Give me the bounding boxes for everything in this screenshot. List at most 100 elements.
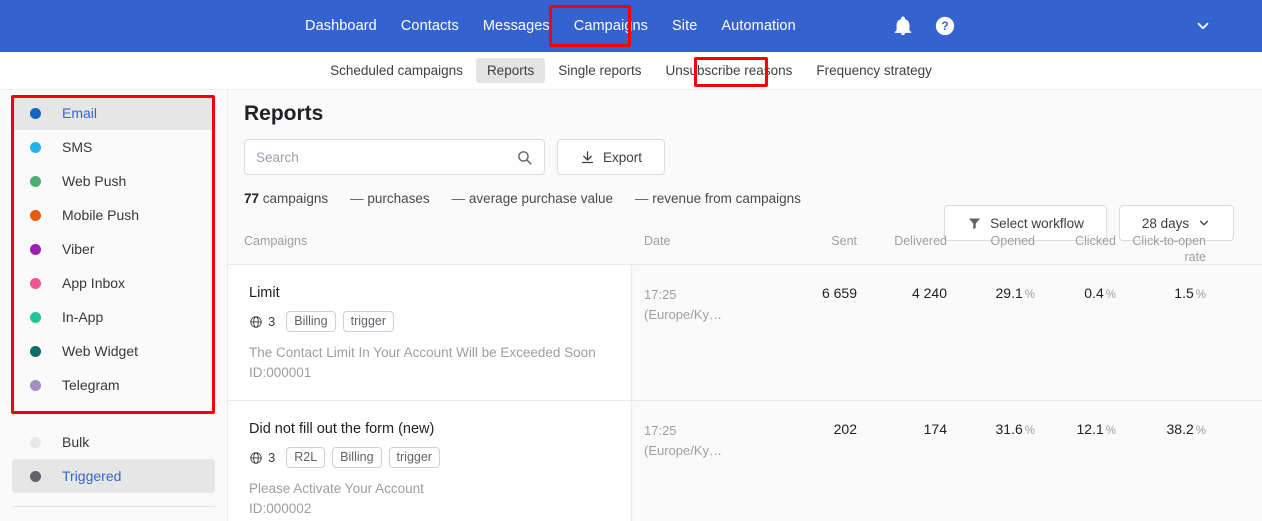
account-chevron-down-icon[interactable]	[1194, 17, 1212, 35]
channel-color-dot-email	[30, 107, 41, 119]
search-input[interactable]	[256, 149, 516, 165]
language-count: 3	[249, 314, 275, 329]
campaign-tag-chip[interactable]: Billing	[332, 447, 382, 469]
channel-color-dot-web-widget	[30, 345, 41, 357]
campaign-name[interactable]: Did not fill out the form (new)	[249, 421, 613, 437]
campaign-cell[interactable]: Limit 3 Billing trigger The Contact Limi…	[228, 265, 632, 401]
nav-item-automation[interactable]: Automation	[709, 11, 807, 41]
sidebar-item-app-inbox[interactable]: App Inbox	[12, 266, 215, 300]
channel-color-dot-in-app	[30, 311, 41, 323]
campaign-meta: 3 Billing trigger	[249, 311, 613, 332]
top-nav-links: Dashboard Contacts Messages Campaigns Si…	[293, 11, 808, 41]
subnav-item-single-reports[interactable]: Single reports	[547, 58, 652, 83]
sent-cell: 202	[833, 421, 857, 438]
sent-cell: 6 659	[821, 285, 857, 301]
nav-item-campaigns[interactable]: Campaigns	[562, 11, 660, 41]
date-time: 17:25	[644, 423, 677, 439]
metric-revenue-value: —	[635, 191, 649, 206]
campaign-tag-chip[interactable]: R2L	[286, 447, 326, 469]
export-button[interactable]: Export	[557, 139, 665, 175]
date-timezone: (Europe/Ky…	[644, 306, 723, 322]
percent-sign: %	[1024, 289, 1035, 301]
sidebar-item-label: Triggered	[62, 468, 122, 484]
sidebar-item-viber[interactable]: Viber	[12, 232, 215, 266]
table-body: Limit 3 Billing trigger The Contact Limi…	[228, 264, 1262, 521]
table-row[interactable]: Did not fill out the form (new) 3 R2L Bi…	[228, 400, 1262, 521]
channel-color-dot-viber	[30, 243, 41, 255]
campaign-tag-chip[interactable]: Billing	[286, 311, 336, 332]
sidebar-item-label: Telegram	[62, 377, 120, 393]
sidebar-item-web-push[interactable]: Web Push	[12, 164, 215, 198]
percent-sign: %	[1195, 289, 1206, 301]
reports-table: Campaigns Date Sent Delivered Opened Cli…	[228, 230, 1262, 521]
column-header-sent[interactable]: Sent	[774, 234, 857, 248]
nav-item-dashboard[interactable]: Dashboard	[293, 11, 389, 41]
sidebar-item-label: Email	[62, 105, 98, 121]
campaign-tag-chip[interactable]: trigger	[388, 447, 440, 469]
campaign-tag-chip[interactable]: trigger	[342, 311, 395, 332]
svg-text:?: ?	[941, 19, 948, 33]
sidebar-item-telegram[interactable]: Telegram	[12, 368, 215, 402]
channel-color-dot-app-inbox	[30, 277, 41, 289]
table-row[interactable]: Limit 3 Billing trigger The Contact Limi…	[228, 264, 1262, 401]
campaign-id: ID:000001	[249, 364, 312, 380]
metric-revenue-from-campaigns: — revenue from campaigns	[635, 191, 801, 206]
ctor-value: 1.5	[1174, 285, 1194, 301]
column-header-opened[interactable]: Opened	[947, 234, 1035, 248]
main-content: Reports Export	[228, 90, 1262, 521]
bell-icon[interactable]	[892, 15, 914, 37]
channel-color-dot-mobile-push	[30, 209, 41, 221]
clicked-cell: 12.1%	[1035, 401, 1116, 521]
column-header-delivered[interactable]: Delivered	[857, 234, 947, 248]
campaign-name[interactable]: Limit	[249, 285, 613, 301]
sidebar-item-web-widget[interactable]: Web Widget	[12, 334, 215, 368]
language-count: 3	[249, 450, 275, 465]
select-workflow-label: Select workflow	[990, 215, 1084, 231]
percent-sign: %	[1024, 425, 1035, 438]
sidebar-item-sms[interactable]: SMS	[12, 130, 215, 164]
globe-icon	[249, 315, 263, 329]
column-header-campaigns[interactable]: Campaigns	[228, 234, 632, 248]
top-navigation-bar: Dashboard Contacts Messages Campaigns Si…	[0, 0, 1262, 52]
campaign-cell[interactable]: Did not fill out the form (new) 3 R2L Bi…	[228, 401, 632, 521]
subnav-item-unsubscribe-reasons[interactable]: Unsubscribe reasons	[655, 58, 804, 83]
delivered-cell: 4 240	[911, 285, 947, 301]
clicked-cell: 0.4%	[1035, 265, 1116, 400]
sidebar-item-in-app[interactable]: In-App	[12, 300, 215, 334]
nav-item-messages[interactable]: Messages	[471, 11, 562, 41]
sidebar-item-label: Web Push	[62, 173, 127, 189]
sidebar-item-triggered[interactable]: Triggered	[12, 459, 215, 493]
campaign-subject: The Contact Limit In Your Account Will b…	[249, 345, 596, 360]
sidebar-item-mobile-push[interactable]: Mobile Push	[12, 198, 215, 232]
subnav-item-scheduled-campaigns[interactable]: Scheduled campaigns	[319, 58, 474, 83]
nav-item-contacts[interactable]: Contacts	[389, 11, 471, 41]
sidebar-item-label: Web Widget	[62, 343, 138, 359]
sidebar-item-label: SMS	[62, 139, 93, 155]
subnav-item-frequency-strategy[interactable]: Frequency strategy	[805, 58, 943, 83]
click-to-open-rate-cell: 1.5%	[1116, 265, 1206, 400]
sidebar-item-email[interactable]: Email	[12, 96, 215, 130]
globe-icon	[249, 451, 263, 465]
sidebar-divider	[12, 413, 215, 414]
metric-apv-label: average purchase value	[468, 191, 614, 206]
top-nav-icons: ?	[892, 15, 956, 37]
date-cell: 17:25 (Europe/Ky…	[632, 401, 774, 521]
subnav-item-reports[interactable]: Reports	[475, 58, 546, 83]
percent-sign: %	[1105, 425, 1116, 438]
search-field-wrapper[interactable]	[244, 139, 545, 175]
column-header-date[interactable]: Date	[632, 234, 774, 248]
metric-campaigns-label: campaigns	[262, 191, 329, 206]
column-header-click-to-open-rate[interactable]: Click-to-open rate	[1116, 234, 1206, 265]
help-icon[interactable]: ?	[934, 15, 956, 37]
sidebar-item-bulk[interactable]: Bulk	[12, 425, 215, 459]
date-timezone: (Europe/Ky…	[644, 442, 723, 458]
metric-revenue-label: revenue from campaigns	[652, 191, 801, 206]
metric-purchases: — purchases	[350, 191, 430, 206]
opened-value: 29.1	[995, 285, 1023, 301]
metric-campaigns-value: 77	[244, 191, 260, 206]
nav-item-site[interactable]: Site	[660, 11, 709, 41]
sidebar-item-label: Bulk	[62, 434, 90, 450]
search-icon[interactable]	[516, 149, 533, 166]
metric-average-purchase-value: — average purchase value	[452, 191, 613, 206]
column-header-clicked[interactable]: Clicked	[1035, 234, 1116, 248]
